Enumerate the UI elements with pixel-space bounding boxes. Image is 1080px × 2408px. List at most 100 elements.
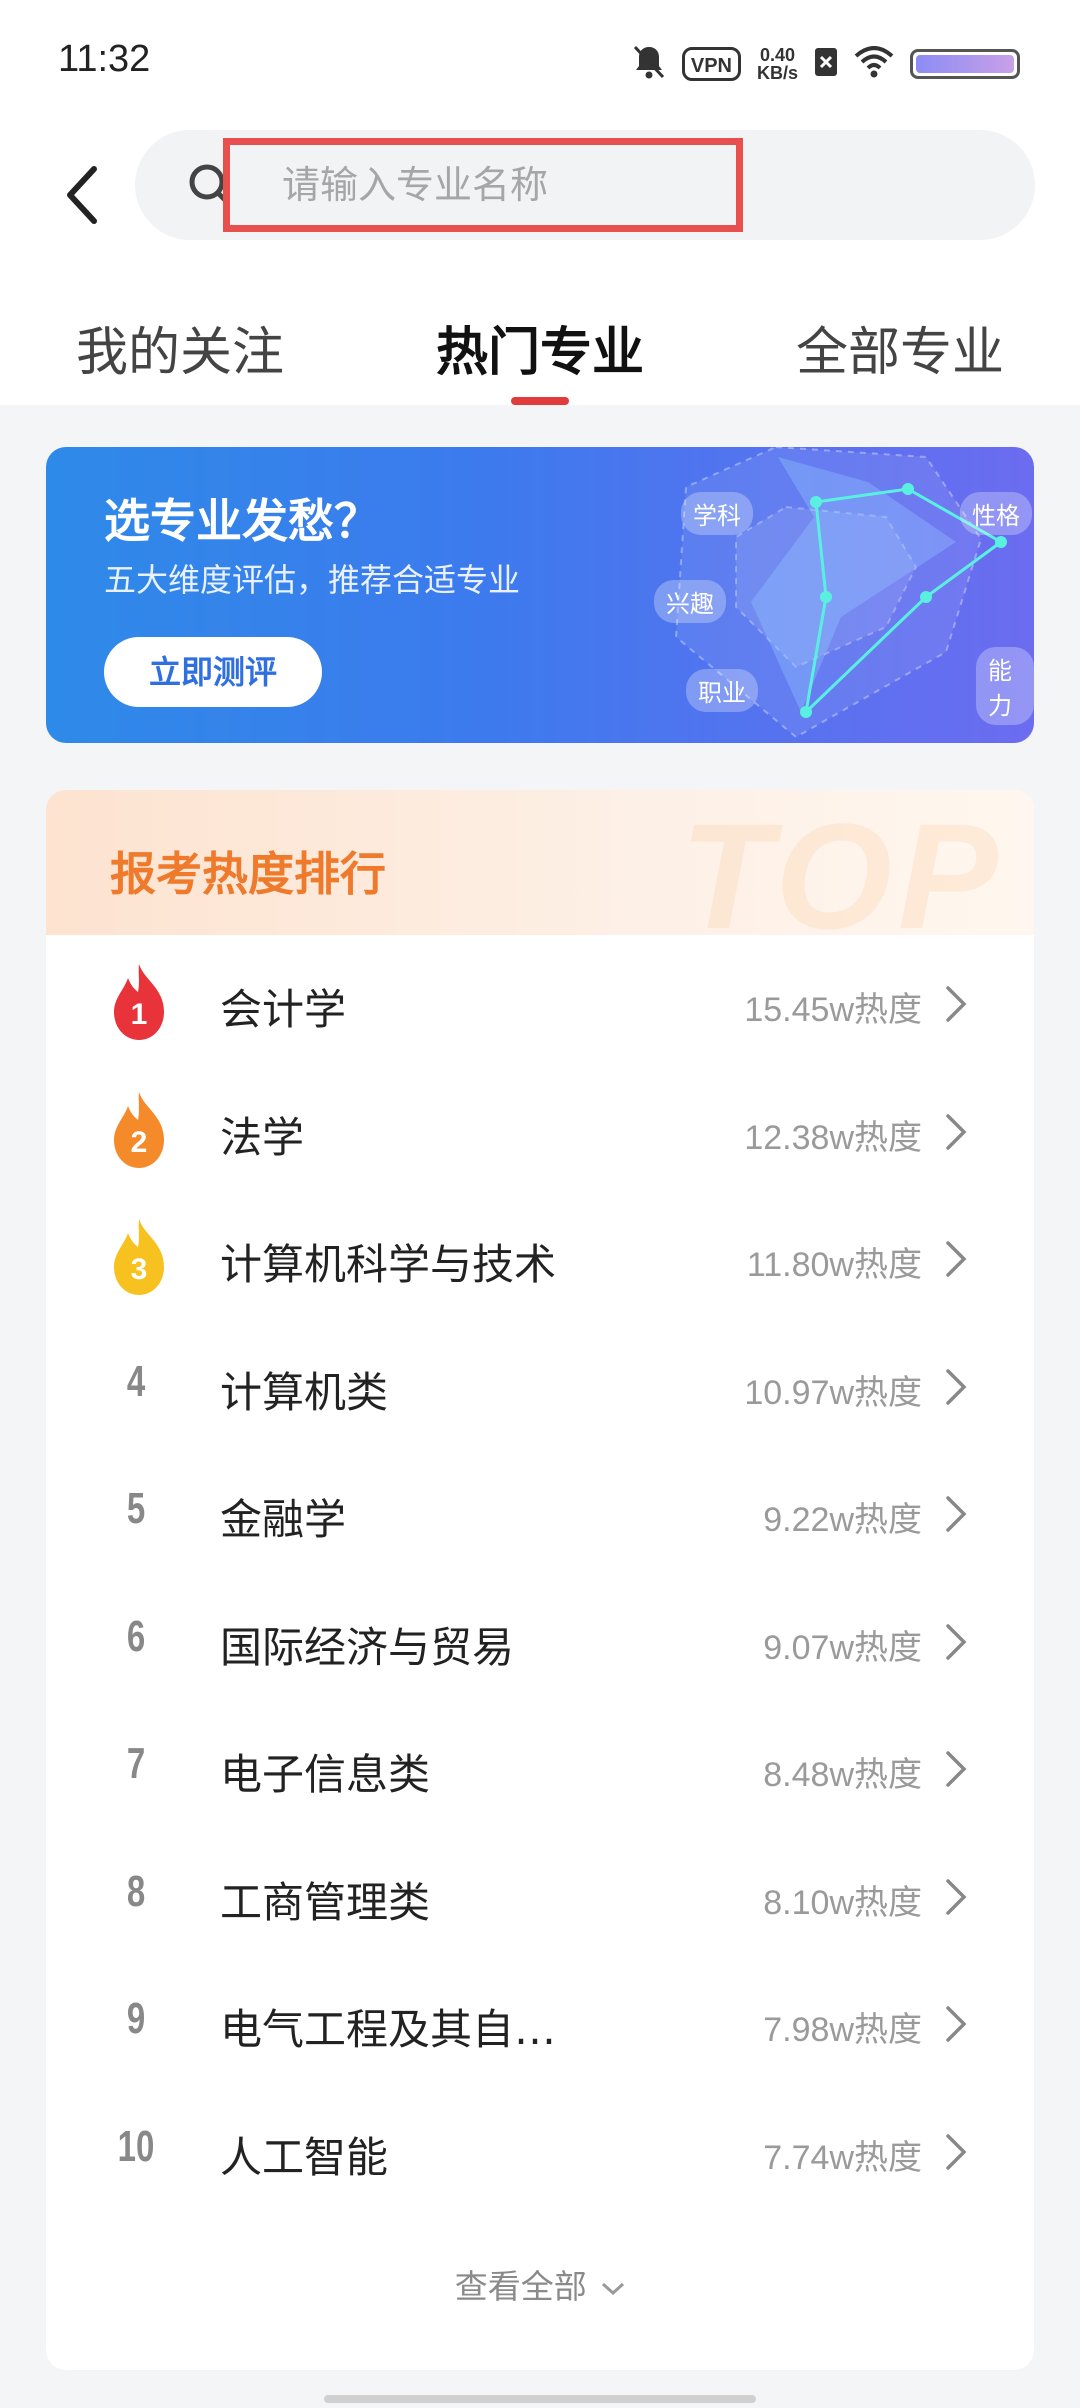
chevron-right-icon xyxy=(944,1112,968,1152)
ranking-list: 1 会计学 15.45w热度 2 法学 12.38w热度 3 计算机科学与技术 11.80w热度… xyxy=(46,940,1034,2215)
ranking-row[interactable]: 10 人工智能 7.74w热度 xyxy=(46,2088,1034,2216)
ranking-row[interactable]: 8 工商管理类 8.10w热度 xyxy=(46,1833,1034,1961)
rank-number: 10 xyxy=(117,2121,155,2171)
heat-number: 12.38w xyxy=(744,1118,854,1157)
major-name: 计算机科学与技术 xyxy=(220,1240,557,1289)
rank-number: 2 xyxy=(130,1125,148,1159)
heat-suffix: 热度 xyxy=(854,1755,922,1795)
tab-all-majors[interactable]: 全部专业 xyxy=(720,300,1080,405)
wifi-icon xyxy=(854,46,894,82)
sim-off-icon xyxy=(814,47,838,81)
search-bar[interactable] xyxy=(135,130,1035,240)
rank-number: 1 xyxy=(130,998,148,1031)
speed-value: 0.40 xyxy=(759,45,796,65)
battery-level xyxy=(916,55,1014,73)
ranking-row[interactable]: 4 计算机类 10.97w热度 xyxy=(46,1323,1034,1451)
major-name: 电子信息类 xyxy=(220,1750,431,1799)
tab-label: 我的关注 xyxy=(75,323,284,383)
ranking-header: TOP 报考热度排行 xyxy=(46,790,1034,960)
heat-suffix: 热度 xyxy=(854,1245,922,1285)
mute-bell-icon xyxy=(632,44,666,84)
heat-number: 8.48w xyxy=(763,1756,854,1794)
status-bar: 11:32 VPN 0.40 KB/s xyxy=(0,0,1080,120)
start-assessment-button[interactable]: 立即测评 xyxy=(104,637,322,707)
major-name: 人工智能 xyxy=(220,2132,389,2182)
chevron-right-icon xyxy=(944,2132,968,2172)
view-all-button[interactable]: 查看全部 xyxy=(46,2260,1034,2308)
speed-unit: KB/s xyxy=(756,63,798,83)
heat-suffix: 热度 xyxy=(854,2010,922,2050)
ranking-row[interactable]: 7 电子信息类 8.48w热度 xyxy=(46,1705,1034,1833)
radar-tag-subject: 学科 xyxy=(681,492,753,535)
chevron-right-icon xyxy=(944,1367,968,1407)
major-name: 国际经济与贸易 xyxy=(220,1622,515,1672)
vpn-badge: VPN xyxy=(681,47,741,81)
banner-subtitle: 五大维度评估，推荐合适专业 xyxy=(104,561,521,599)
ranking-title: 报考热度排行 xyxy=(110,847,386,901)
network-speed: 0.40 KB/s xyxy=(757,46,798,82)
ranking-row[interactable]: 2 法学 12.38w热度 xyxy=(46,1068,1034,1196)
radar-tag-career: 职业 xyxy=(686,669,758,712)
heat-suffix: 热度 xyxy=(854,1372,922,1413)
status-icons: VPN 0.40 KB/s xyxy=(632,42,1020,86)
flame-rank-icon: 1 xyxy=(108,962,170,1042)
heat-suffix: 热度 xyxy=(854,2137,922,2178)
rank-number: 6 xyxy=(126,1611,146,1661)
rank-number: 7 xyxy=(126,1739,146,1788)
chevron-right-icon xyxy=(944,1877,968,1917)
header: 我的关注 热门专业 全部专业 xyxy=(0,120,1080,405)
major-name: 工商管理类 xyxy=(220,1877,431,1927)
heat-suffix: 热度 xyxy=(854,1500,922,1540)
battery-icon xyxy=(910,49,1020,79)
radar-graphic: 学科 性格 兴趣 能力 职业 xyxy=(586,447,1034,743)
heat-number: 15.45w xyxy=(744,991,854,1029)
radar-tag-ability: 能力 xyxy=(976,647,1034,725)
ranking-row[interactable]: 6 国际经济与贸易 9.07w热度 xyxy=(46,1578,1034,1706)
chevron-down-icon xyxy=(602,2282,625,2295)
ranking-row[interactable]: 1 会计学 15.45w热度 xyxy=(46,940,1034,1068)
heat-suffix: 热度 xyxy=(854,990,922,1030)
heat-value: 7.74w热度 xyxy=(763,2130,922,2179)
back-arrow-icon xyxy=(67,166,97,224)
heat-suffix: 热度 xyxy=(854,1882,922,1923)
search-input[interactable] xyxy=(223,138,743,232)
chevron-right-icon xyxy=(944,2004,968,2044)
heat-suffix: 热度 xyxy=(854,1117,922,1158)
ranking-row[interactable]: 3 计算机科学与技术 11.80w热度 xyxy=(46,1195,1034,1323)
major-name: 计算机类 xyxy=(220,1367,389,1417)
heat-value: 9.22w热度 xyxy=(763,1492,922,1541)
heat-value: 7.98w热度 xyxy=(763,2002,922,2051)
ranking-row[interactable]: 5 金融学 9.22w热度 xyxy=(46,1450,1034,1578)
heat-value: 11.80w热度 xyxy=(747,1237,922,1286)
heat-value: 12.38w热度 xyxy=(744,1110,922,1159)
tab-hot-majors[interactable]: 热门专业 xyxy=(360,300,720,405)
assessment-banner[interactable]: 选专业发愁？ 五大维度评估，推荐合适专业 立即测评 学科 性格 兴趣 能力 职业 xyxy=(46,447,1034,743)
heat-number: 9.22w xyxy=(763,1501,854,1539)
status-time: 11:32 xyxy=(58,38,151,80)
heat-value: 8.48w热度 xyxy=(763,1747,922,1796)
radar-tag-interest: 兴趣 xyxy=(654,580,726,623)
heat-number: 9.07w xyxy=(763,1628,854,1667)
active-tab-indicator xyxy=(511,397,569,405)
chevron-right-icon xyxy=(944,1749,968,1789)
ranking-row[interactable]: 9 电气工程及其自… 7.98w热度 xyxy=(46,1960,1034,2088)
major-name: 电气工程及其自… xyxy=(220,2005,557,2054)
major-name: 法学 xyxy=(220,1112,305,1162)
home-indicator xyxy=(324,2395,756,2403)
rank-number: 9 xyxy=(126,1994,146,2043)
chevron-right-icon xyxy=(944,1239,968,1279)
rank-number: 5 xyxy=(126,1484,146,1533)
tab-my-follow[interactable]: 我的关注 xyxy=(0,300,360,405)
heat-number: 7.98w xyxy=(763,2011,854,2049)
chevron-right-icon xyxy=(944,984,968,1024)
banner-title: 选专业发愁？ xyxy=(104,494,380,548)
heat-number: 11.80w xyxy=(746,1246,854,1284)
back-button[interactable] xyxy=(52,158,112,232)
heat-number: 8.10w xyxy=(763,1883,854,1922)
heat-suffix: 热度 xyxy=(854,1627,922,1668)
rank-number: 3 xyxy=(130,1253,148,1286)
chevron-right-icon xyxy=(944,1622,968,1662)
radar-chart-icon xyxy=(674,447,1007,739)
heat-value: 15.45w热度 xyxy=(744,982,922,1031)
rank-number: 8 xyxy=(126,1866,146,1916)
